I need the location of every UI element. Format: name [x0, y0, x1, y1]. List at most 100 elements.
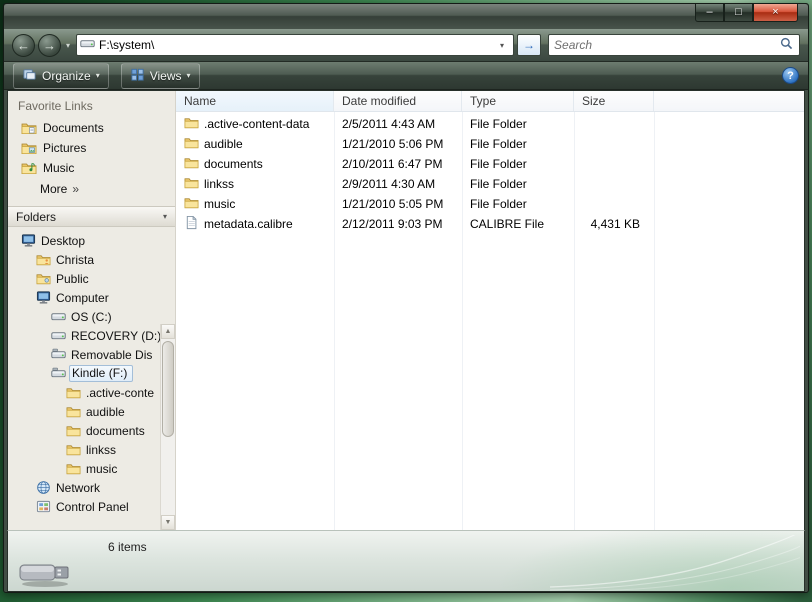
scrollbar-thumb[interactable]	[162, 341, 174, 437]
column-header-size[interactable]: Size	[574, 91, 654, 111]
tree-item-label: .active-conte	[86, 385, 155, 400]
file-name-cell[interactable]: music	[176, 195, 334, 213]
column-header-name[interactable]: Name	[176, 91, 334, 111]
tree-item-os-c[interactable]: OS (C:)	[8, 307, 160, 326]
file-name-cell[interactable]: .active-content-data	[176, 115, 334, 133]
file-row-audible[interactable]: audible 1/21/2010 5:06 PM File Folder	[176, 134, 804, 154]
back-button[interactable]: ←	[12, 33, 35, 57]
tree-item-network[interactable]: Network	[8, 478, 160, 497]
help-button[interactable]: ?	[782, 67, 799, 84]
address-text[interactable]: F:\system\	[95, 38, 494, 52]
tree-item-kindle-f[interactable]: Kindle (F:)	[8, 364, 160, 383]
favorite-link-documents[interactable]: Documents	[8, 118, 175, 138]
type-cell: File Folder	[470, 177, 527, 191]
navigation-bar: ← → ▾ F:\system\ ▾ →	[4, 29, 808, 62]
tree-item-desktop[interactable]: Desktop	[8, 231, 160, 250]
content-area: Favorite Links Documents Pictures Music …	[7, 90, 805, 530]
file-name-cell[interactable]: metadata.calibre	[176, 215, 334, 233]
organize-button[interactable]: Organize ▾	[13, 62, 109, 89]
tree-item-label: Christa	[56, 252, 95, 267]
organize-label: Organize	[42, 68, 91, 83]
folder-icon	[65, 423, 81, 439]
scroll-down-icon[interactable]: ▼	[161, 515, 175, 530]
tree-item-label: Desktop	[41, 233, 86, 248]
search-box[interactable]	[548, 34, 800, 56]
folder-icon	[65, 404, 81, 420]
tree-item-christa[interactable]: Christa	[8, 250, 160, 269]
address-bar[interactable]: F:\system\ ▾	[76, 34, 515, 56]
file-name: .active-content-data	[204, 117, 310, 131]
file-list: Name Date modified Type Size .active-conten…	[176, 91, 804, 530]
drive-icon	[50, 309, 66, 325]
file-row-linkss[interactable]: linkss 2/9/2011 4:30 AM File Folder	[176, 174, 804, 194]
folder-tree: Desktop Christa Public Computer OS (C:) …	[8, 227, 175, 530]
tree-item-linkss[interactable]: linkss	[8, 440, 160, 459]
tree-item-computer[interactable]: Computer	[8, 288, 160, 307]
status-item-count: 6 items	[108, 540, 147, 554]
search-icon[interactable]	[779, 36, 794, 54]
size-cell: 4,431 KB	[590, 217, 640, 231]
file-row-active-content-data[interactable]: .active-content-data 2/5/2011 4:43 AM Fi…	[176, 114, 804, 134]
date-modified-cell: 1/21/2010 5:05 PM	[342, 197, 444, 211]
folder-icon	[184, 135, 199, 153]
column-gridline	[334, 112, 335, 530]
control-panel-icon	[35, 499, 51, 515]
folder-icon	[65, 442, 81, 458]
tree-item-music[interactable]: music	[8, 459, 160, 478]
file-rows[interactable]: .active-content-data 2/5/2011 4:43 AM Fi…	[176, 112, 804, 530]
column-header-type[interactable]: Type	[462, 91, 574, 111]
favorite-link-pictures[interactable]: Pictures	[8, 138, 175, 158]
column-header-date-modified[interactable]: Date modified	[334, 91, 462, 111]
chevron-down-icon: ▾	[186, 71, 191, 80]
tree-item-removable-dis[interactable]: Removable Dis	[8, 345, 160, 364]
favorite-links-title: Favorite Links	[18, 99, 93, 113]
folders-label: Folders	[16, 209, 57, 224]
tree-scrollbar[interactable]: ▲ ▼	[160, 324, 175, 530]
tree-item-control-panel[interactable]: Control Panel	[8, 497, 160, 516]
decorative-swoosh	[550, 535, 800, 591]
more-chevron-icon: »	[72, 182, 80, 196]
close-button[interactable]: ×	[753, 4, 798, 22]
date-modified-cell: 1/21/2010 5:06 PM	[342, 137, 444, 151]
minimize-button[interactable]: –	[695, 4, 724, 22]
file-row-documents[interactable]: documents 2/10/2011 6:47 PM File Folder	[176, 154, 804, 174]
favorite-link-music[interactable]: Music	[8, 158, 175, 178]
go-button[interactable]: →	[517, 34, 542, 56]
tree-item-recovery-d[interactable]: RECOVERY (D:)	[8, 326, 160, 345]
scroll-up-icon[interactable]: ▲	[161, 324, 175, 339]
column-gridline	[654, 112, 655, 530]
folder-icon	[65, 461, 81, 477]
tree-item-label: linkss	[86, 442, 117, 457]
type-cell: File Folder	[470, 137, 527, 151]
history-dropdown-icon[interactable]: ▾	[66, 41, 70, 50]
folders-chevron-icon: ▾	[162, 212, 167, 221]
folder-icon	[184, 175, 199, 193]
more-link[interactable]: More »	[8, 178, 175, 199]
search-input[interactable]	[554, 38, 779, 52]
title-bar[interactable]: – □ ×	[4, 4, 808, 29]
views-button[interactable]: Views ▾	[120, 62, 200, 89]
tree-item-active-conte[interactable]: .active-conte	[8, 383, 160, 402]
tree-item-label: RECOVERY (D:)	[71, 328, 160, 343]
file-row-music[interactable]: music 1/21/2010 5:05 PM File Folder	[176, 194, 804, 214]
maximize-button[interactable]: □	[724, 4, 753, 22]
folders-band[interactable]: Folders ▾	[8, 206, 175, 227]
forward-button[interactable]: →	[38, 33, 61, 57]
tree-item-public[interactable]: Public	[8, 269, 160, 288]
folder-icon	[184, 155, 199, 173]
file-name: linkss	[204, 177, 235, 191]
favorite-label: Documents	[43, 121, 104, 135]
file-row-metadata-calibre[interactable]: metadata.calibre 2/12/2011 9:03 PM CALIB…	[176, 214, 804, 234]
folder-pictures-icon	[21, 140, 37, 156]
tree-item-documents[interactable]: documents	[8, 421, 160, 440]
file-name: metadata.calibre	[204, 217, 293, 231]
file-name-cell[interactable]: audible	[176, 135, 334, 153]
more-label: More	[40, 182, 68, 196]
file-name-cell[interactable]: documents	[176, 155, 334, 173]
tree-item-label: audible	[86, 404, 125, 419]
command-toolbar: Organize ▾ Views ▾ ?	[4, 62, 808, 90]
folder-music-icon	[21, 160, 37, 176]
file-name-cell[interactable]: linkss	[176, 175, 334, 193]
tree-item-audible[interactable]: audible	[8, 402, 160, 421]
address-dropdown-icon[interactable]: ▾	[494, 41, 510, 50]
